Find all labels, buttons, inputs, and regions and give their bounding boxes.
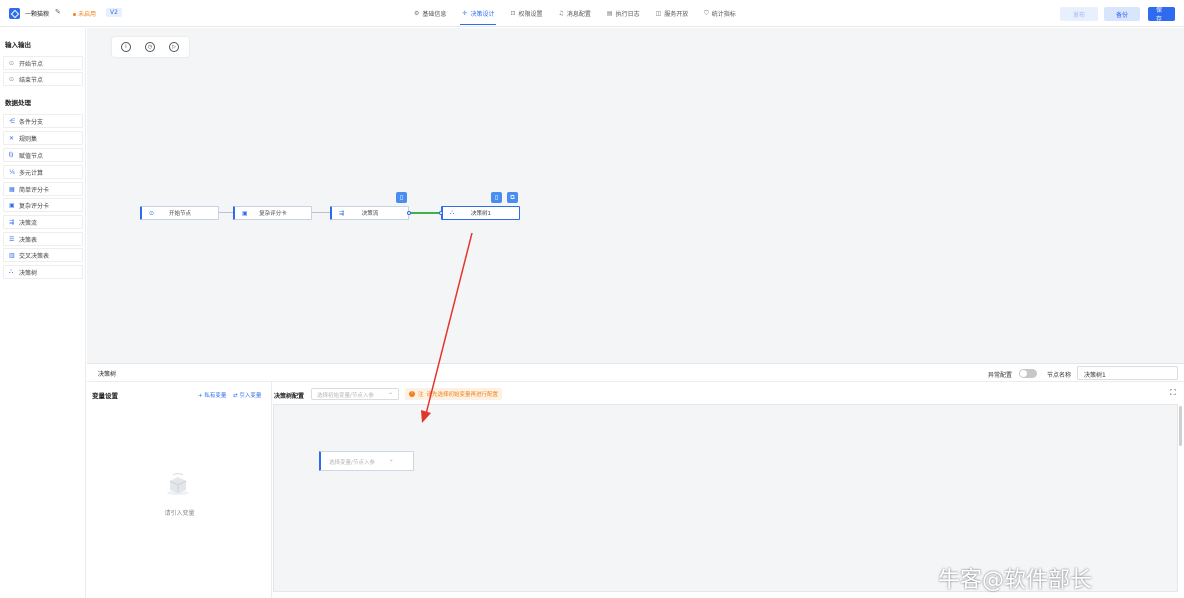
add-private-variable-link[interactable]: + 私有变量 xyxy=(198,391,226,399)
tree-root-node-select[interactable]: 选择变量/节点入参 ⌄ xyxy=(319,451,414,471)
app-name: 一颗猫粮 xyxy=(25,11,50,18)
sidebar-item-complex-scorecard[interactable]: ▣ 复杂评分卡 xyxy=(3,198,83,212)
initial-variable-select[interactable]: 选择初始变量/节点入参 ⌄ xyxy=(311,388,399,400)
cross-table-icon: ▥ xyxy=(9,251,15,259)
tab-stats[interactable]: ⛉ 统计指标 xyxy=(698,0,742,27)
sidebar-item-cross-table[interactable]: ▥ 交叉决策表 xyxy=(3,248,83,262)
gear-icon: ⚙ xyxy=(414,10,420,17)
edge-scorecard-to-flow[interactable] xyxy=(311,212,330,213)
flow-node-decision-tree[interactable]: ⛬ 决策树1 xyxy=(441,206,520,220)
version-badge[interactable]: V2 xyxy=(106,8,122,17)
complex-scorecard-icon: ▣ xyxy=(9,201,15,209)
canvas-toolbar: i ◷ ▷ xyxy=(112,37,189,57)
stop-circle-icon: ⊙ xyxy=(9,75,15,83)
sidebar-item-flow[interactable]: ⇶ 决策流 xyxy=(3,215,83,229)
lock-icon: ⊡ xyxy=(510,10,516,17)
flow-node-start[interactable]: ⊙ 开始节点 xyxy=(140,206,219,220)
book-icon: ◫ xyxy=(655,10,662,17)
scorecard-icon: ▦ xyxy=(9,185,15,193)
flow-icon: ⇶ xyxy=(339,209,345,217)
sidebar-item-assign[interactable]: ⦗⦘ 赋值节点 xyxy=(3,148,83,162)
variable-panel: 变量设置 + 私有变量 ⇄ 引入变量 请引入变量 xyxy=(87,382,272,598)
warning-tag: 注 xyxy=(418,392,424,398)
status-badge: 未启用 xyxy=(73,9,96,18)
sidebar-item-ruleset[interactable]: ✕ 规则集 xyxy=(3,131,83,145)
edge-flow-to-tree[interactable] xyxy=(409,212,441,214)
empty-box-icon xyxy=(167,473,189,495)
delete-node-icon[interactable]: ▯ xyxy=(396,192,407,203)
flow-icon: ⇶ xyxy=(9,218,15,226)
play-icon[interactable]: ▷ xyxy=(169,42,179,52)
tab-permission[interactable]: ⊡ 权限设置 xyxy=(504,0,548,27)
app-logo-icon xyxy=(9,8,20,19)
port-in-tree[interactable] xyxy=(439,211,443,215)
tab-decision-design[interactable]: ✛ 决策设计 xyxy=(456,0,500,27)
flow-canvas[interactable] xyxy=(87,28,1184,363)
chevron-down-icon: ⌄ xyxy=(389,457,394,463)
tree-config-title: 决策树配置 xyxy=(274,393,305,400)
empty-variables-text: 请引入变量 xyxy=(164,510,195,517)
shield-icon: ⛉ xyxy=(704,9,709,17)
top-bar: 一颗猫粮 ✎ 未启用 V2 ⚙ 基础信息 ✛ 决策设计 ⊡ 权限设置 ♫ 消息配置 ▤ 执… xyxy=(0,0,1184,27)
sidebar-item-calc[interactable]: ⅙ 多元计算 xyxy=(3,165,83,179)
watermark-text: 牛客@软件部长 xyxy=(938,568,1093,593)
clock-icon[interactable]: ◷ xyxy=(145,42,155,52)
complex-scorecard-icon: ▣ xyxy=(242,209,248,217)
config-warning: ! 注 请先选择初始变量再进行配置 xyxy=(405,388,503,400)
tree-icon: ⛬ xyxy=(450,209,455,216)
nav-tabs: ⚙ 基础信息 ✛ 决策设计 ⊡ 权限设置 ♫ 消息配置 ▤ 执行日志 ◫ 服务开放 ⛉ 统计指… xyxy=(408,0,746,27)
play-circle-icon: ⊙ xyxy=(9,59,15,67)
calc-icon: ⅙ xyxy=(9,168,15,176)
sidebar-item-simple-scorecard[interactable]: ▦ 简单评分卡 xyxy=(3,182,83,196)
variable-settings-title: 变量设置 xyxy=(92,392,118,400)
tab-logs[interactable]: ▤ 执行日志 xyxy=(601,0,646,27)
exception-config-label: 异常配置 xyxy=(988,372,1013,379)
ruleset-icon: ✕ xyxy=(9,134,15,142)
exception-toggle[interactable] xyxy=(1019,369,1037,378)
flow-node-complex-scorecard[interactable]: ▣ 复杂评分卡 xyxy=(233,206,312,220)
edit-icon[interactable]: ✎ xyxy=(55,8,61,16)
node-name-label: 节点名称 xyxy=(1047,372,1072,379)
tab-message[interactable]: ♫ 消息配置 xyxy=(553,0,597,27)
log-icon: ▤ xyxy=(606,10,613,17)
warning-icon: ! xyxy=(409,391,415,397)
warning-text: 请先选择初始变量再进行配置 xyxy=(426,392,499,398)
chevron-down-icon: ⌄ xyxy=(388,390,393,396)
tab-basic-info[interactable]: ⚙ 基础信息 xyxy=(408,0,452,27)
sidebar-item-tree[interactable]: ⛬ 决策树 xyxy=(3,265,83,279)
status-dot-icon xyxy=(73,13,76,16)
node-palette-sidebar: 输入输出 ⊙ 开始节点 ⊙ 结束节点 数据处理 ⋲ 条件分支 ✕ 规则集 ⦗⦘ 赋值节点 … xyxy=(0,28,86,598)
tree-icon: ⛬ xyxy=(9,268,14,275)
group-title-io: 输入输出 xyxy=(5,41,31,49)
table-icon: ☰ xyxy=(9,235,15,243)
save-button[interactable]: 保存 xyxy=(1148,7,1175,23)
vertical-scrollbar[interactable] xyxy=(1179,406,1182,446)
move-icon: ✛ xyxy=(462,10,468,17)
assign-icon: ⦗⦘ xyxy=(9,151,13,158)
port-out-flow[interactable] xyxy=(407,211,411,215)
node-name-input[interactable]: 决策树1 xyxy=(1077,366,1178,380)
fullscreen-icon[interactable]: ⛶ xyxy=(1170,388,1176,398)
tab-service[interactable]: ◫ 服务开放 xyxy=(650,0,695,27)
info-icon[interactable]: i xyxy=(121,42,131,52)
sidebar-item-condition[interactable]: ⋲ 条件分支 xyxy=(3,114,83,128)
group-title-data: 数据处理 xyxy=(5,99,31,107)
publish-button[interactable]: 发布 xyxy=(1060,7,1098,21)
edge-start-to-scorecard[interactable] xyxy=(219,212,233,213)
headset-icon: ♫ xyxy=(558,10,564,17)
copy-node-icon[interactable]: ⧉ xyxy=(507,192,518,203)
sidebar-item-end-node[interactable]: ⊙ 结束节点 xyxy=(3,72,83,86)
delete-node-icon[interactable]: ▯ xyxy=(491,192,502,203)
play-circle-icon: ⊙ xyxy=(149,209,155,217)
sidebar-item-start-node[interactable]: ⊙ 开始节点 xyxy=(3,56,83,70)
import-variable-link[interactable]: ⇄ 引入变量 xyxy=(233,391,261,399)
branch-icon: ⋲ xyxy=(9,117,15,125)
sidebar-item-table[interactable]: ☰ 决策表 xyxy=(3,232,83,246)
flow-node-decision-flow[interactable]: ⇶ 决策流 xyxy=(330,206,409,220)
backup-button[interactable]: 备份 xyxy=(1104,7,1140,21)
